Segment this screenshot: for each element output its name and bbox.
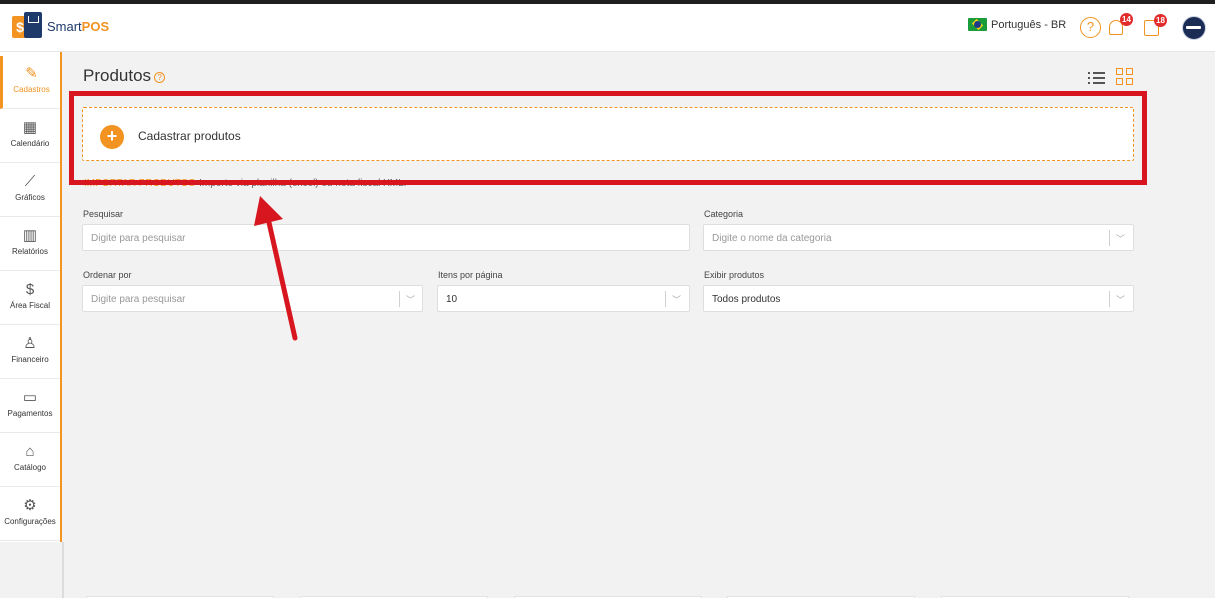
search-label: Pesquisar <box>83 209 124 219</box>
page-title-text: Produtos <box>83 66 152 85</box>
sidebar-divider <box>62 542 64 598</box>
language-label: Português - BR <box>991 18 1067 31</box>
select-separator <box>1109 230 1110 246</box>
select-separator <box>399 291 400 307</box>
sidebar-item-calendario[interactable]: ▦ Calendário <box>0 110 60 163</box>
app-window: $ SmartPOS Português - BR ? 14 18 ✎ Cada… <box>0 4 1215 598</box>
logo-icon: $ <box>12 12 44 40</box>
sidebar-item-relatorios[interactable]: ▥ Relatórios <box>0 218 60 271</box>
items-per-page-value: 10 <box>446 294 458 305</box>
calendar-count-badge: 18 <box>1154 14 1167 27</box>
person-icon: ♙ <box>23 335 37 352</box>
top-bar: $ SmartPOS Português - BR ? 14 18 <box>0 4 1215 52</box>
sidebar-item-cadastros[interactable]: ✎ Cadastros <box>0 56 60 109</box>
notification-count-badge: 14 <box>1120 13 1133 26</box>
sidebar-item-graficos[interactable]: ⟋ Gráficos <box>0 164 60 217</box>
order-label: Ordenar por <box>83 270 132 280</box>
select-separator <box>1109 291 1110 307</box>
line-chart-icon: ⟋ <box>24 173 36 190</box>
search-placeholder: Digite para pesquisar <box>91 233 186 244</box>
order-placeholder: Digite para pesquisar <box>91 294 186 305</box>
page-title: Produtos? <box>83 66 166 86</box>
logo-text: SmartPOS <box>47 19 109 34</box>
chevron-down-icon[interactable]: ﹀ <box>1116 232 1125 245</box>
grid-view-icon[interactable] <box>1116 68 1134 86</box>
sidebar-nav: ✎ Cadastros ▦ Calendário ⟋ Gráficos ▥ Re… <box>0 52 62 542</box>
bar-chart-icon: ▥ <box>22 227 38 244</box>
language-selector[interactable]: Português - BR <box>968 18 1066 31</box>
calendar-icon: ▦ <box>22 119 38 136</box>
gear-icon: ⚙ <box>23 497 37 514</box>
chevron-down-icon[interactable]: ﹀ <box>406 293 415 306</box>
items-per-page-select[interactable]: 10 ﹀ <box>437 285 690 312</box>
sidebar-item-pagamentos[interactable]: ▭ Pagamentos <box>0 380 60 433</box>
sidebar-item-label: Catálogo <box>13 463 47 472</box>
sidebar-item-area-fiscal[interactable]: $ Área Fiscal <box>0 272 60 325</box>
show-products-select[interactable]: Todos produtos ﹀ <box>703 285 1134 312</box>
sidebar-item-financeiro[interactable]: ♙ Financeiro <box>0 326 60 379</box>
highlight-box <box>69 91 1147 185</box>
sidebar-item-label: Gráficos <box>15 193 45 202</box>
chevron-down-icon[interactable]: ﹀ <box>1116 293 1125 306</box>
banknote-icon: ▭ <box>22 389 38 406</box>
logo-cart-mark <box>24 12 42 38</box>
sidebar-item-label: Calendário <box>10 139 50 148</box>
sidebar-item-label: Configurações <box>4 517 56 526</box>
select-separator <box>665 291 666 307</box>
logo-suffix: POS <box>81 18 110 34</box>
items-per-page-label: Itens por página <box>438 270 503 280</box>
show-products-value: Todos produtos <box>712 294 781 305</box>
order-select[interactable]: Digite para pesquisar ﹀ <box>82 285 423 312</box>
sidebar-item-label: Financeiro <box>11 355 49 364</box>
category-label: Categoria <box>704 209 744 219</box>
show-products-label: Exibir produtos <box>704 270 765 280</box>
app-logo[interactable]: $ SmartPOS <box>12 12 109 40</box>
category-placeholder: Digite o nome da categoria <box>712 233 832 244</box>
brazil-flag-icon <box>968 18 987 31</box>
sidebar-item-label: Pagamentos <box>7 409 53 418</box>
pencil-icon: ✎ <box>25 65 38 82</box>
help-icon[interactable]: ? <box>1080 17 1101 38</box>
title-help-icon[interactable]: ? <box>154 72 166 83</box>
user-avatar[interactable] <box>1182 16 1206 40</box>
sidebar-item-label: Cadastros <box>13 85 50 94</box>
chevron-down-icon[interactable]: ﹀ <box>672 293 681 306</box>
sidebar-item-label: Relatórios <box>11 247 48 256</box>
storefront-icon: ⌂ <box>25 443 35 460</box>
sidebar-item-label: Área Fiscal <box>9 301 50 310</box>
search-input[interactable]: Digite para pesquisar <box>82 224 690 251</box>
dollar-circle-icon: $ <box>25 281 35 298</box>
sidebar-item-catalogo[interactable]: ⌂ Catálogo <box>0 434 60 487</box>
category-select[interactable]: Digite o nome da categoria ﹀ <box>703 224 1134 251</box>
logo-name: Smart <box>47 18 82 34</box>
list-view-icon[interactable] <box>1088 71 1105 84</box>
sidebar-item-configuracoes[interactable]: ⚙ Configurações <box>0 488 60 541</box>
